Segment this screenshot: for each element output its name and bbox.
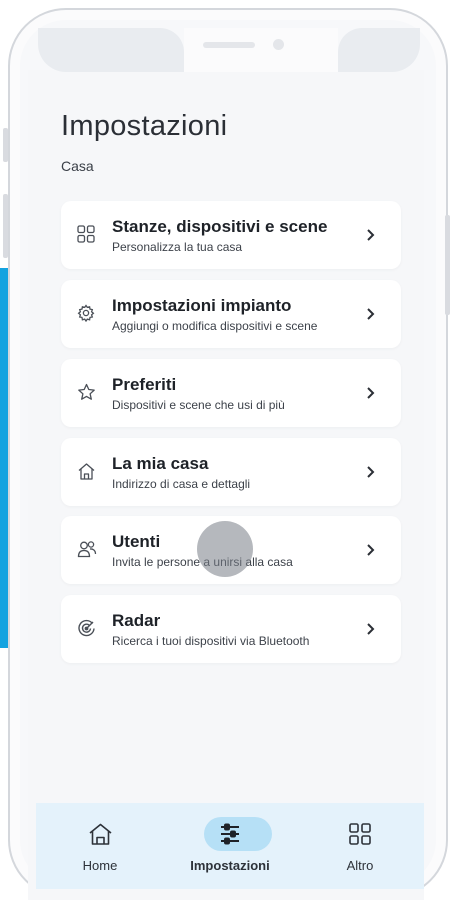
chevron-right-icon <box>365 465 377 479</box>
chevron-right-icon <box>365 543 377 557</box>
house-icon <box>77 462 97 482</box>
sliders-icon <box>221 823 239 845</box>
nav-label: Home <box>82 858 118 873</box>
page-title: Impostazioni <box>61 110 228 142</box>
status-bar-right <box>338 28 420 72</box>
menu-item-rooms-devices-scenes[interactable]: Stanze, dispositivi e scene Personalizza… <box>61 201 401 269</box>
phone-side-button <box>3 194 8 258</box>
menu-item-system-settings[interactable]: Impostazioni impianto Aggiungi o modific… <box>61 280 401 348</box>
chevron-right-icon <box>365 228 377 242</box>
star-icon <box>77 383 97 403</box>
status-bar-left <box>38 28 184 72</box>
menu-item-title: Impostazioni impianto <box>112 296 292 315</box>
users-icon <box>77 540 97 560</box>
menu-item-subtitle: Aggiungi o modifica dispositivi e scene <box>112 319 318 333</box>
nav-tab-home[interactable]: Home <box>50 803 150 889</box>
radar-icon <box>77 619 97 639</box>
speaker-grille <box>203 42 255 48</box>
menu-item-subtitle: Indirizzo di casa e dettagli <box>112 477 251 491</box>
menu-item-title: Preferiti <box>112 375 177 394</box>
phone-side-button <box>445 215 450 315</box>
chevron-right-icon <box>365 386 377 400</box>
menu-item-subtitle: Personalizza la tua casa <box>112 240 243 254</box>
menu-item-title: Stanze, dispositivi e scene <box>112 217 328 236</box>
menu-item-subtitle: Dispositivi e scene che usi di più <box>112 398 285 412</box>
phone-side-button <box>3 128 8 162</box>
front-camera <box>273 39 284 50</box>
menu-item-favorites[interactable]: Preferiti Dispositivi e scene che usi di… <box>61 359 401 427</box>
menu-item-title: La mia casa <box>112 454 209 473</box>
home-icon <box>89 823 112 845</box>
menu-item-radar[interactable]: Radar Ricerca i tuoi dispositivi via Blu… <box>61 595 401 663</box>
grid-icon <box>349 823 371 845</box>
menu-item-my-home[interactable]: La mia casa Indirizzo di casa e dettagli <box>61 438 401 506</box>
bottom-navigation: Home Impostazioni Altro <box>36 803 424 889</box>
nav-label: Impostazioni <box>190 858 270 873</box>
nav-label: Altro <box>346 858 374 873</box>
nav-tab-more[interactable]: Altro <box>310 803 410 889</box>
gear-icon <box>77 304 97 324</box>
page-subtitle: Casa <box>61 158 94 174</box>
menu-item-title: Utenti <box>112 532 161 551</box>
nav-tab-settings[interactable]: Impostazioni <box>180 803 280 889</box>
menu-item-subtitle: Ricerca i tuoi dispositivi via Bluetooth <box>112 634 310 648</box>
phone-notch <box>184 28 338 72</box>
chevron-right-icon <box>365 307 377 321</box>
menu-item-title: Radar <box>112 611 161 630</box>
touch-indicator <box>197 521 253 577</box>
grid-icon <box>77 225 97 245</box>
chevron-right-icon <box>365 622 377 636</box>
